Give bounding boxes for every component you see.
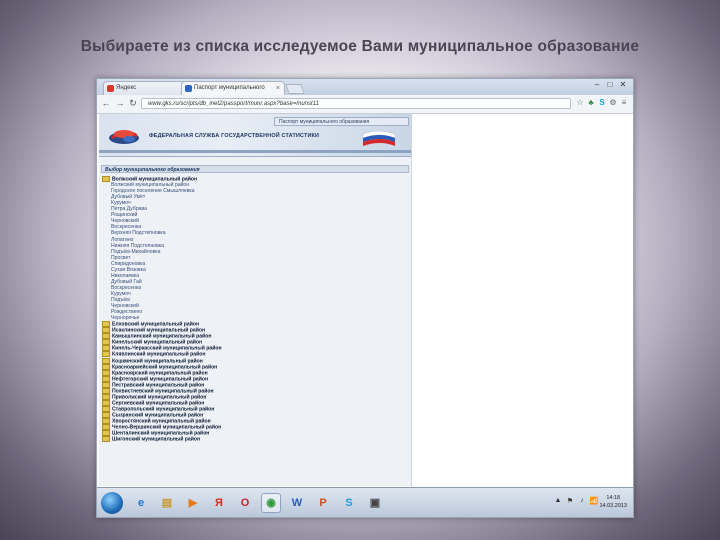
passport-button[interactable]: Паспорт муниципального образования: [274, 117, 409, 126]
clock-date: 14.03.2013: [599, 503, 627, 509]
address-bar-row: ← → ↻ www.gks.ru/scripts/db_inet2/passpo…: [97, 95, 633, 114]
rosstat-page: Паспорт муниципального образования ФЕДЕР…: [99, 114, 412, 486]
page-viewport: Паспорт муниципального образования ФЕДЕР…: [97, 114, 633, 486]
system-clock[interactable]: 14:18 14.03.2013: [599, 494, 627, 510]
tab-label: Паспорт муниципального: [194, 85, 265, 91]
tab-yandex[interactable]: Яндекс ×: [103, 81, 193, 95]
selector-header: Выбор муниципального образования: [101, 165, 409, 173]
tray-arrow-icon[interactable]: ▲: [553, 497, 563, 504]
tray-flag-icon[interactable]: ⚑: [565, 497, 575, 505]
star-icon[interactable]: ☆: [575, 98, 585, 108]
browser-window: Яндекс × Паспорт муниципального × – □ ✕ …: [96, 78, 634, 518]
gear-icon[interactable]: ⚙: [608, 98, 618, 108]
network-icon[interactable]: 📶: [589, 497, 599, 505]
volume-icon[interactable]: ♪: [577, 497, 587, 504]
yandex-favicon-icon: [107, 85, 114, 92]
windows-taskbar: e ▤ ▶ Я O ◉ W P S ▣ ▲ ⚑ ♪ 📶 14:18 14.03.2013: [97, 487, 633, 517]
word-icon[interactable]: W: [287, 493, 307, 513]
folder-icon[interactable]: ▤: [157, 493, 177, 513]
url-input[interactable]: www.gks.ru/scripts/db_inet2/passport/mun…: [141, 98, 571, 109]
media-player-icon[interactable]: ▶: [183, 493, 203, 513]
tree-item-label: Шигонский муниципальный район: [112, 436, 201, 443]
new-tab-button[interactable]: [285, 84, 305, 94]
tab-bar: Яндекс × Паспорт муниципального × – □ ✕: [97, 79, 633, 95]
minimize-icon[interactable]: –: [591, 80, 603, 89]
folder-icon: [102, 176, 110, 182]
folder-icon: [102, 436, 110, 443]
back-icon[interactable]: ←: [101, 98, 111, 109]
skype-icon[interactable]: S: [597, 98, 607, 108]
site-banner: Паспорт муниципального образования ФЕДЕР…: [99, 114, 411, 157]
chrome-icon[interactable]: ◉: [261, 493, 281, 513]
close-tab-icon[interactable]: ×: [276, 82, 280, 95]
rosstat-logo-icon: [109, 130, 139, 144]
skype-icon[interactable]: S: [339, 493, 359, 513]
banner-title: ФЕДЕРАЛЬНАЯ СЛУЖБА ГОСУДАРСТВЕННОЙ СТАТИ…: [149, 133, 320, 139]
opera-icon[interactable]: O: [235, 493, 255, 513]
yandex-icon[interactable]: Я: [209, 493, 229, 513]
forward-icon[interactable]: →: [115, 98, 125, 109]
ie-icon[interactable]: e: [131, 493, 151, 513]
start-button[interactable]: [101, 492, 123, 514]
tab-passport[interactable]: Паспорт муниципального ×: [181, 81, 285, 95]
slide-title: Выбираете из списка исследуемое Вами мун…: [80, 38, 640, 55]
menu-icon[interactable]: ≡: [619, 98, 629, 108]
banner-divider: [99, 150, 411, 153]
extension-icon[interactable]: ♣: [586, 98, 596, 108]
maximize-icon[interactable]: □: [604, 80, 616, 89]
tab-label: Яндекс: [116, 85, 137, 91]
close-window-icon[interactable]: ✕: [617, 80, 629, 89]
flag-icon: [362, 130, 396, 146]
reload-icon[interactable]: ↻: [128, 98, 138, 109]
rosstat-favicon-icon: [185, 85, 192, 92]
powerpoint-icon[interactable]: P: [313, 493, 333, 513]
clock-time: 14:18: [606, 495, 621, 501]
tree-folder-item[interactable]: Шигонский муниципальный район: [102, 436, 200, 442]
app-icon[interactable]: ▣: [365, 493, 385, 513]
